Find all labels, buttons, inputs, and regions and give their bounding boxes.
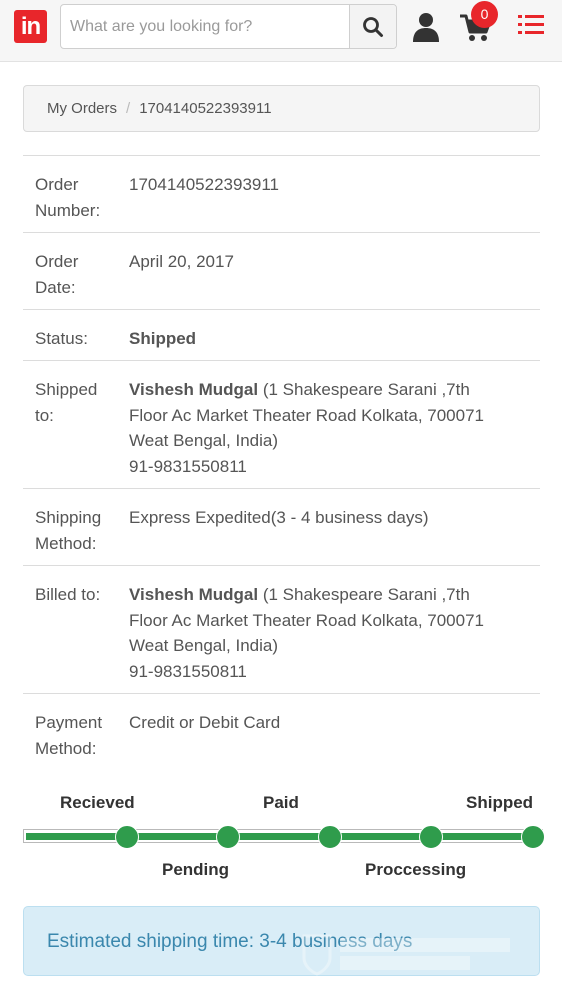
step-label-shipped: Shipped xyxy=(466,793,534,812)
shipping-method-label: Shipping Method: xyxy=(35,508,102,553)
payment-method-label: Payment Method: xyxy=(35,713,103,758)
status-row: Status: Shipped xyxy=(23,310,540,361)
step-node-recieved xyxy=(115,825,139,849)
step-label-paid: Paid xyxy=(263,793,299,812)
step-node-shipped xyxy=(521,825,545,849)
order-progress-tracker xyxy=(23,825,545,849)
shipped-to-label: Shipped to: xyxy=(35,380,98,425)
breadcrumb-current: 1704140522393911 xyxy=(139,100,272,117)
watermark-logo xyxy=(302,934,510,976)
status-label: Status: xyxy=(35,329,88,348)
search-input[interactable] xyxy=(61,5,349,48)
breadcrumb: My Orders / 1704140522393911 xyxy=(23,85,540,132)
shipped-to-address: Vishesh Mudgal (1 Shakespeare Sarani ,7t… xyxy=(129,377,540,488)
menu-icon[interactable] xyxy=(518,13,544,37)
step-node-proccessing xyxy=(419,825,443,849)
shipping-method-row: Shipping Method: Express Expedited(3 - 4 … xyxy=(23,489,540,566)
cart-count-badge: 0 xyxy=(471,1,498,28)
user-icon[interactable] xyxy=(412,12,440,42)
shipped-to-row: Shipped to: Vishesh Mudgal (1 Shakespeare… xyxy=(23,361,540,489)
step-label-recieved: Recieved xyxy=(60,793,135,812)
step-label-pending: Pending xyxy=(162,860,230,879)
order-number-value: 1704140522393911 xyxy=(129,175,280,194)
breadcrumb-my-orders[interactable]: My Orders xyxy=(47,100,117,117)
order-number-label: Order Number: xyxy=(35,175,101,220)
step-node-pending xyxy=(216,825,240,849)
shipped-to-phone: 91-9831550811 xyxy=(129,456,247,476)
status-value: Shipped xyxy=(129,329,197,348)
billed-to-label: Billed to: xyxy=(35,585,101,604)
search-icon xyxy=(363,16,383,37)
payment-method-row: Payment Method: Credit or Debit Card xyxy=(23,694,540,771)
search-box xyxy=(60,4,397,49)
search-button[interactable] xyxy=(349,5,396,48)
payment-method-value: Credit or Debit Card xyxy=(129,713,281,732)
billed-to-address: Vishesh Mudgal (1 Shakespeare Sarani ,7t… xyxy=(129,582,540,693)
order-number-row: Order Number: 1704140522393911 xyxy=(23,156,540,233)
step-label-proccessing: Proccessing xyxy=(365,860,467,879)
site-logo[interactable]: in xyxy=(14,10,47,43)
shipping-method-value: Express Expedited(3 - 4 business days) xyxy=(129,508,429,527)
billed-to-phone: 91-9831550811 xyxy=(129,661,247,681)
shipped-to-name: Vishesh Mudgal xyxy=(129,380,259,399)
breadcrumb-separator: / xyxy=(126,100,131,117)
order-date-row: Order Date: April 20, 2017 xyxy=(23,233,540,310)
order-date-label: Order Date: xyxy=(35,252,79,297)
order-date-value: April 20, 2017 xyxy=(129,252,234,271)
top-header: in 0 xyxy=(0,0,562,62)
progress-fill xyxy=(26,833,540,840)
order-details-table: Order Number: 1704140522393911 Order Date:… xyxy=(23,155,540,771)
billed-to-row: Billed to: Vishesh Mudgal (1 Shakespeare… xyxy=(23,566,540,694)
billed-to-name: Vishesh Mudgal xyxy=(129,585,259,604)
step-node-paid xyxy=(318,825,342,849)
